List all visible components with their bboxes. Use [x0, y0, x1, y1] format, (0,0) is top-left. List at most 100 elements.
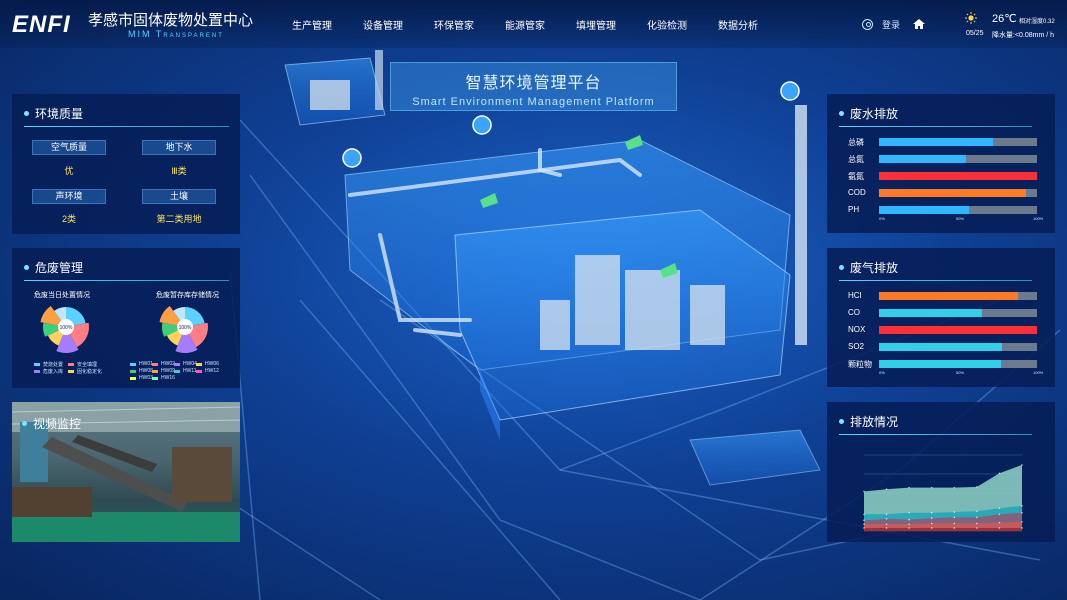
video-monitor-panel[interactable]: 视频监控	[12, 402, 240, 542]
daily-disposal-title: 危废当日处置情况	[34, 292, 90, 299]
data-point	[976, 516, 978, 519]
bar-fill	[879, 292, 1019, 300]
data-point	[863, 523, 865, 525]
platform-title-cn: 智慧环境管理平台	[465, 75, 602, 92]
noise-label: 声环境	[32, 189, 106, 204]
legend-swatch	[34, 363, 40, 366]
legend-item: HW03	[130, 375, 153, 381]
legend-label: HW12	[205, 368, 219, 374]
video-monitor-title-text: 视频监控	[33, 417, 82, 431]
legend-swatch	[152, 369, 158, 373]
login-label: 登录	[882, 20, 901, 30]
bar-fill	[879, 138, 993, 146]
nav-equipment[interactable]: 设备管理	[363, 17, 403, 32]
legend-label: HW03	[139, 375, 153, 381]
env-quality-title-text: 环境质量	[35, 107, 84, 121]
legend-swatch	[130, 362, 136, 366]
home-icon[interactable]	[913, 19, 925, 29]
login-button[interactable]: 登录	[862, 18, 900, 31]
storage-pie-chart: 100%	[159, 305, 208, 353]
legend-label: HW02	[161, 361, 175, 367]
data-point	[908, 486, 910, 489]
bar-label: SO2	[848, 342, 865, 351]
data-point	[998, 472, 1001, 475]
bar-fill	[879, 326, 1037, 334]
data-point	[885, 523, 888, 525]
bar-track	[879, 155, 1037, 163]
legend-item: HW06	[196, 361, 219, 367]
legend-swatch	[174, 362, 180, 366]
divider	[839, 126, 1032, 127]
data-point	[1021, 505, 1023, 507]
daily-disposal-pie-chart: 100%	[40, 305, 89, 353]
platform-title-banner: 智慧环境管理平台 Smart Environment Management Pl…	[390, 62, 677, 111]
bar-label: 氨氮	[848, 172, 864, 181]
bar-track	[879, 172, 1037, 180]
soil-value: 第二类用地	[156, 214, 202, 224]
wastewater-title-text: 废水排放	[850, 107, 899, 121]
bar-label: 颗粒物	[848, 360, 872, 369]
legend-label: 安全填埋	[77, 362, 98, 368]
bar-track	[879, 343, 1037, 351]
nav-production[interactable]: 生产管理	[292, 17, 332, 32]
legend-item: 固化稳定化	[68, 368, 102, 375]
data-point	[930, 522, 933, 525]
system-title: 孝感市固体废物处置中心	[88, 12, 254, 29]
bar-fill	[879, 343, 1003, 351]
axis-tick-label: 50%	[956, 216, 965, 221]
legend-label: HW04	[183, 361, 197, 367]
bar-label: 总磷	[848, 138, 864, 147]
data-point	[930, 511, 933, 514]
hazardous-waste-title: 危废管理	[24, 259, 83, 276]
data-point	[863, 519, 865, 522]
legend-swatch	[34, 370, 40, 373]
data-point	[953, 511, 956, 513]
waste-gas-title: 废气排放	[839, 259, 898, 276]
air-quality-value: 优	[64, 166, 74, 176]
storage-title: 危废暂存库存储情况	[156, 292, 219, 299]
bar-track	[879, 360, 1037, 368]
nav-environment[interactable]: 环保管家	[434, 17, 474, 32]
soil-label: 土壤	[142, 189, 216, 204]
legend-swatch	[68, 363, 74, 366]
data-point	[998, 513, 1001, 516]
waste-gas-title-text: 废气排放	[850, 261, 899, 275]
bullet-dot-icon	[22, 421, 27, 426]
data-point	[930, 486, 933, 489]
video-monitor-title: 视频监控	[22, 415, 81, 432]
nav-lab-testing[interactable]: 化验检测	[647, 17, 687, 32]
nav-landfill[interactable]: 填埋管理	[576, 17, 616, 32]
data-point	[908, 527, 910, 529]
bar-fill	[879, 155, 966, 163]
legend-swatch	[196, 369, 202, 373]
data-point	[1021, 527, 1023, 529]
data-point	[976, 510, 978, 513]
legend-item: HW16	[152, 375, 175, 381]
legend-item: HW11	[174, 368, 197, 374]
nav-data-analysis[interactable]: 数据分析	[718, 17, 758, 32]
data-point	[1021, 521, 1023, 523]
legend-label: HW09	[161, 368, 175, 374]
pie-center-label: 100%	[60, 325, 73, 331]
legend-swatch	[196, 362, 202, 366]
data-point	[976, 486, 978, 488]
emission-title: 排放情况	[839, 413, 898, 430]
bar-fill	[879, 309, 982, 317]
data-point	[953, 527, 956, 529]
legend-swatch	[130, 369, 136, 373]
data-point	[863, 527, 865, 529]
platform-title-en: Smart Environment Management Platform	[412, 96, 655, 108]
data-point	[1021, 511, 1023, 514]
legend-label: 焚烧处置	[43, 362, 64, 368]
bullet-dot-icon	[24, 111, 29, 116]
bar-label: PH	[848, 205, 860, 214]
bullet-dot-icon	[839, 419, 844, 424]
bar-fill	[879, 206, 970, 214]
legend-label: 危废入库	[43, 369, 64, 375]
nav-energy[interactable]: 能源管家	[505, 17, 545, 32]
legend-label: HW08	[139, 368, 153, 374]
bullet-dot-icon	[839, 265, 844, 270]
legend-label: HW11	[183, 368, 197, 374]
data-point	[908, 511, 910, 514]
date: 05/25	[966, 30, 984, 37]
